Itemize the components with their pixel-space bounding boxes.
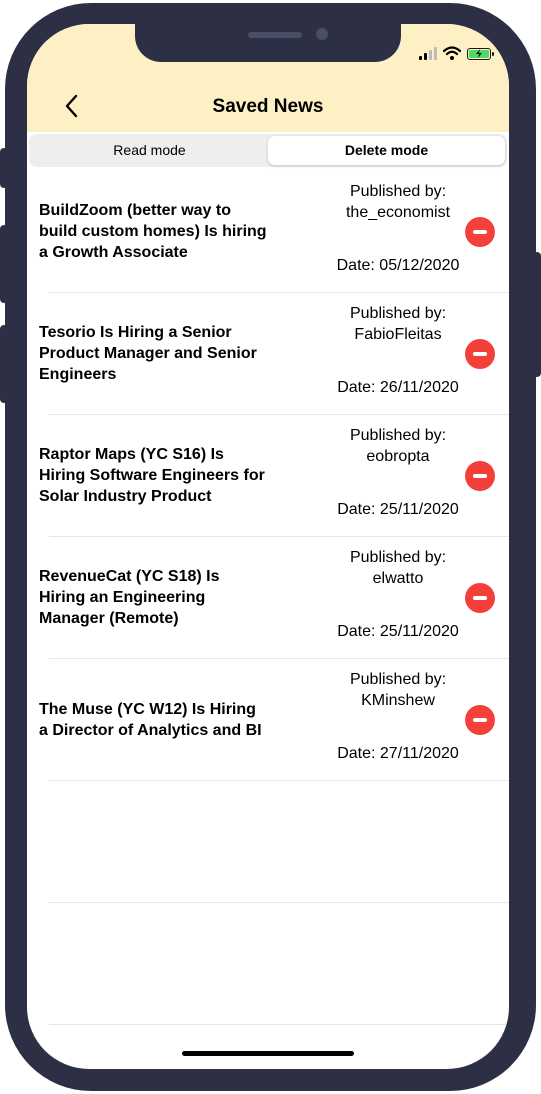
publisher-info: Published by: eobropta — [269, 425, 509, 467]
status-icons — [419, 44, 494, 60]
tab-delete-mode[interactable]: Delete mode — [268, 136, 505, 165]
article-headline: RevenueCat (YC S18) Is Hiring an Enginee… — [39, 568, 220, 627]
delete-icon[interactable] — [465, 583, 495, 613]
publisher-info: Published by: elwatto — [269, 547, 509, 589]
navigation-bar: Saved News — [27, 24, 509, 132]
published-label: Published by: — [349, 671, 447, 688]
published-label: Published by: — [349, 427, 447, 444]
delete-icon[interactable] — [465, 339, 495, 369]
list-item[interactable]: Tesorio Is Hiring a Senior Product Manag… — [39, 293, 509, 415]
mode-segmented-control: Read mode Delete mode — [29, 134, 507, 167]
list-item[interactable]: RevenueCat (YC S18) Is Hiring an Enginee… — [39, 537, 509, 659]
publisher-info: Published by: FabioFleitas — [269, 303, 509, 345]
publisher-info: Published by: KMinshew — [269, 669, 509, 711]
side-button-volume-up — [0, 225, 8, 303]
article-date: Date: 25/11/2020 — [337, 623, 459, 640]
tab-read-mode[interactable]: Read mode — [31, 136, 268, 165]
screen: Saved News Read mode Delete mode BuildZo… — [27, 24, 509, 1069]
published-label: Published by: — [349, 549, 447, 566]
article-headline: Tesorio Is Hiring a Senior Product Manag… — [39, 324, 257, 383]
home-indicator — [182, 1051, 354, 1056]
notch — [135, 24, 401, 62]
publisher-info: Published by: the_economist — [269, 181, 509, 223]
delete-icon[interactable] — [465, 461, 495, 491]
article-date: Date: 25/11/2020 — [337, 501, 459, 518]
article-headline: The Muse (YC W12) Is Hiring a Director o… — [39, 700, 262, 739]
article-headline: Raptor Maps (YC S16) Is Hiring Software … — [39, 446, 265, 505]
side-button-mute — [0, 148, 8, 188]
delete-icon[interactable] — [465, 705, 495, 735]
signal-icon — [419, 46, 437, 60]
side-button-power — [533, 252, 541, 377]
article-headline: BuildZoom (better way to build custom ho… — [39, 202, 267, 261]
empty-row — [49, 781, 509, 903]
speaker-grille — [248, 32, 302, 38]
delete-icon[interactable] — [465, 217, 495, 247]
wifi-icon — [443, 46, 461, 60]
published-label: Published by: — [349, 305, 447, 322]
side-button-volume-down — [0, 325, 8, 403]
article-date: Date: 27/11/2020 — [337, 745, 459, 762]
article-date: Date: 05/12/2020 — [336, 257, 460, 274]
front-camera — [316, 28, 328, 40]
published-label: Published by: — [349, 183, 447, 200]
page-title: Saved News — [212, 96, 324, 117]
saved-news-list: BuildZoom (better way to build custom ho… — [27, 171, 509, 1025]
battery-icon — [467, 48, 494, 60]
list-item[interactable]: The Muse (YC W12) Is Hiring a Director o… — [39, 659, 509, 781]
empty-row — [49, 903, 509, 1025]
list-item[interactable]: Raptor Maps (YC S16) Is Hiring Software … — [39, 415, 509, 537]
list-item[interactable]: BuildZoom (better way to build custom ho… — [39, 171, 509, 293]
article-date: Date: 26/11/2020 — [337, 379, 459, 396]
